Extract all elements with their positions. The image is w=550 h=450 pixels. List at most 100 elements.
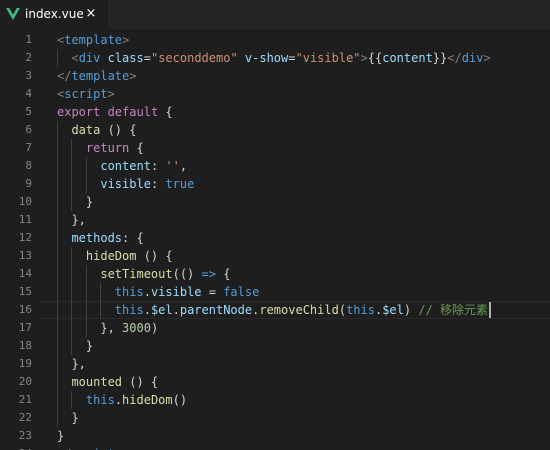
code-token: ( [338, 303, 347, 317]
code-token: '' [165, 159, 180, 173]
code-line: </template> [57, 67, 136, 85]
code-line: } [57, 337, 93, 355]
code-token: export [57, 105, 101, 119]
line-number: 14 [18, 267, 32, 280]
line-number: 22 [18, 411, 32, 424]
code-line: }, [57, 211, 85, 229]
vue-icon [6, 8, 20, 20]
code-token: parentNode [179, 303, 253, 317]
code-token: setTimeout [100, 267, 173, 281]
tab-index-vue[interactable]: index.vue × [0, 0, 108, 29]
code-token: </ [57, 69, 72, 83]
line-number: 13 [18, 249, 32, 262]
line-number: 9 [25, 177, 32, 190]
line-number: 17 [18, 321, 32, 334]
code-token: div [461, 51, 484, 65]
code-token: () { [100, 123, 137, 137]
code-token: removeChild [259, 303, 339, 317]
code-token: , [179, 159, 188, 173]
line-number: 18 [18, 339, 32, 352]
code-token: "visible" [295, 51, 361, 65]
code-token: default [107, 105, 159, 119]
code-token: true [165, 177, 195, 191]
tab-bar: index.vue × [0, 0, 550, 29]
code-token: () [172, 393, 188, 407]
code-token: () { [122, 375, 159, 389]
code-line: setTimeout(() => { [57, 265, 230, 283]
tab-label: index.vue [25, 7, 84, 21]
line-number: 8 [25, 159, 32, 172]
line-number: 1 [25, 33, 32, 46]
line-number: 2 [25, 51, 32, 64]
line-number: 7 [25, 141, 32, 154]
code-token: : { [122, 231, 144, 245]
code-token: > [360, 51, 368, 65]
code-token: : [150, 159, 166, 173]
code-token: content [382, 51, 433, 65]
line-number: 20 [18, 375, 32, 388]
code-token: $el [150, 303, 173, 317]
code-token: ) [150, 321, 159, 335]
code-token: return [85, 141, 130, 155]
code-line: }, 3000) [57, 319, 158, 337]
code-token: < [71, 51, 79, 65]
code-token: { [129, 141, 144, 155]
code-line: }, [57, 355, 86, 373]
code-token: this [114, 303, 144, 317]
line-number: 15 [18, 285, 32, 298]
line-number: 5 [25, 105, 32, 118]
text-cursor [489, 302, 492, 318]
code-token: (() [172, 267, 202, 281]
code-token: content [100, 159, 151, 173]
close-icon[interactable]: × [84, 7, 98, 21]
code-token: > [122, 33, 130, 47]
line-number: 4 [25, 87, 32, 100]
code-token: = [288, 51, 296, 65]
code-token: this [114, 285, 144, 299]
code-token: = [143, 51, 151, 65]
code-line: } [57, 427, 64, 445]
code-token: > [483, 51, 491, 65]
line-number: 3 [25, 69, 32, 82]
code-area[interactable]: <template> <div class="seconddemo" v-sho… [57, 29, 550, 450]
line-number: 10 [18, 195, 32, 208]
code-token: }} [432, 51, 448, 65]
code-token: { [215, 267, 231, 281]
line-number: 11 [18, 213, 32, 226]
code-line: this.$el.parentNode.removeChild(this.$el… [57, 301, 488, 319]
code-token: . [143, 303, 151, 317]
code-token: false [223, 285, 260, 299]
code-editor[interactable]: 123456789101112131415161718192021222324 … [0, 29, 550, 450]
code-token: . [143, 285, 151, 299]
code-line: visible: true [57, 175, 194, 193]
code-token: }, [57, 357, 86, 371]
code-token: () { [136, 249, 173, 263]
code-line: <script> [57, 85, 115, 103]
code-token: template [64, 33, 123, 47]
code-token: }, [57, 321, 123, 335]
line-number: 19 [18, 357, 32, 370]
line-number: 21 [18, 393, 32, 406]
code-line: } [57, 409, 79, 427]
code-line: mounted () { [57, 373, 158, 391]
line-number: 23 [18, 429, 32, 442]
code-token: } [57, 429, 65, 443]
line-number: 24 [0, 445, 32, 450]
code-token: ) [403, 303, 419, 317]
code-line: content: '', [57, 157, 187, 175]
code-token: this [85, 393, 115, 407]
code-token: } [57, 411, 79, 425]
code-token: data [71, 123, 101, 137]
code-token: methods [71, 231, 123, 245]
code-line: <template> [57, 31, 129, 49]
